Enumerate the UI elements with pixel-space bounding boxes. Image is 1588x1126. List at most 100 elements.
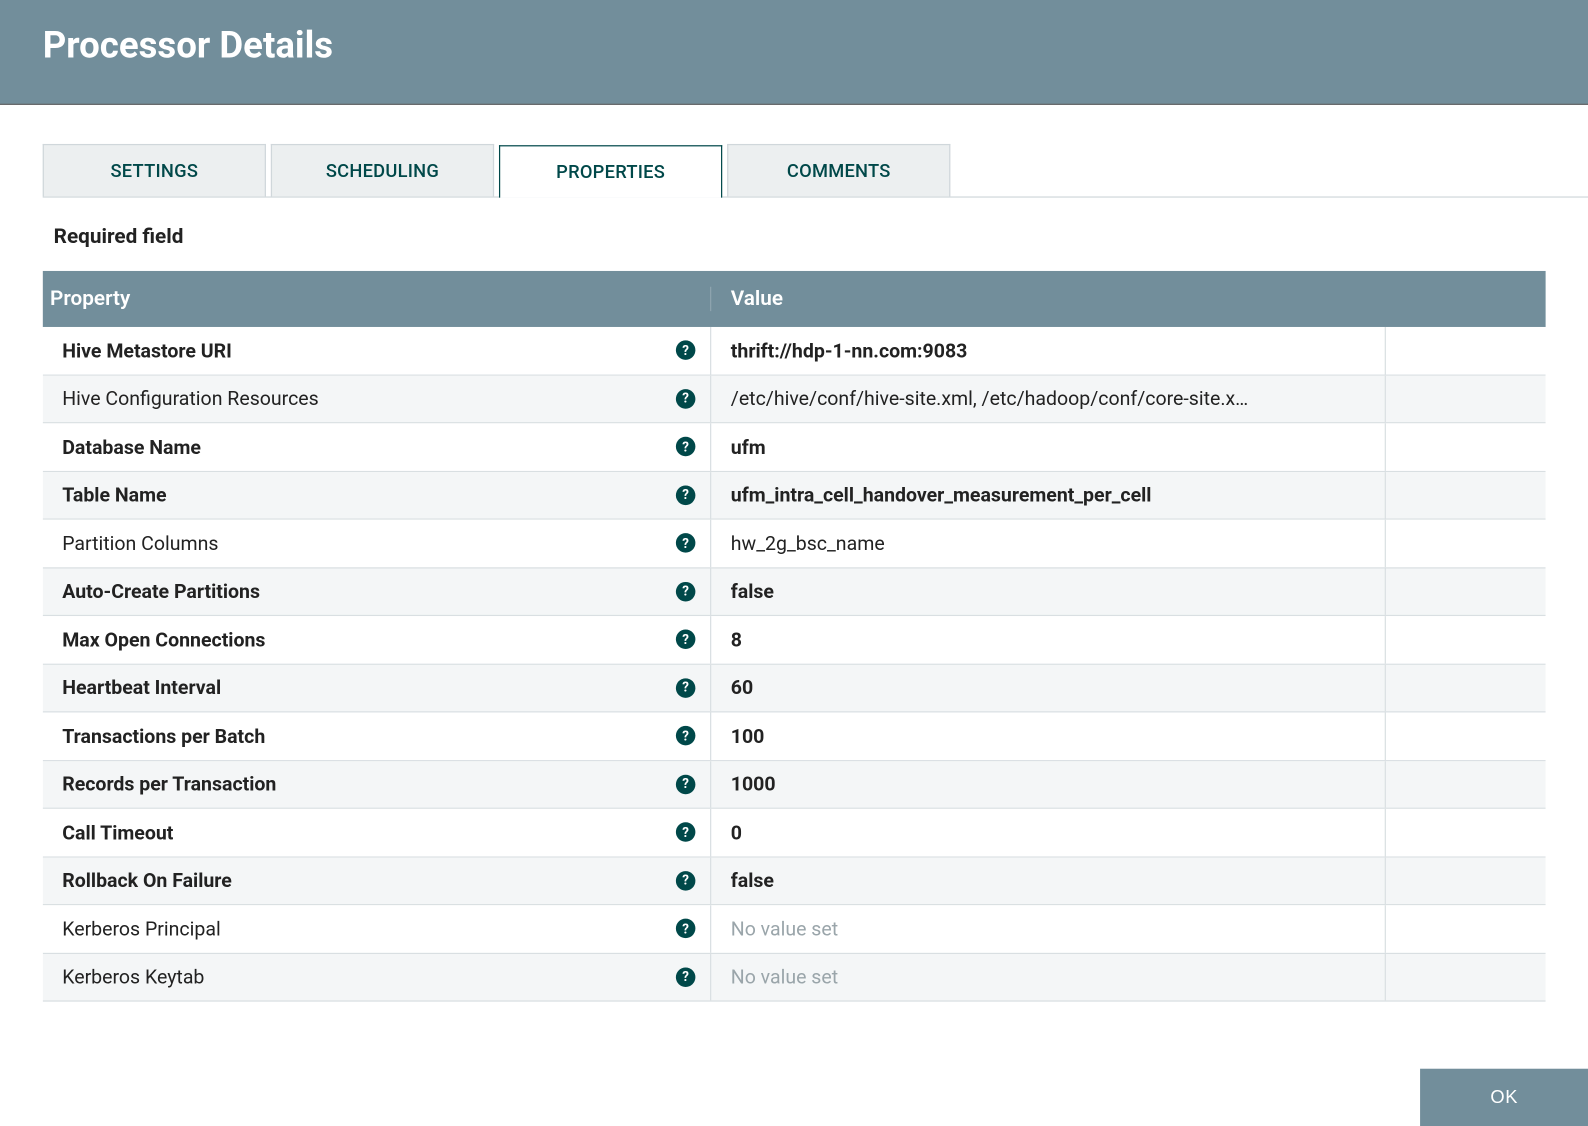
property-extra-cell [1385,520,1546,567]
properties-table-header: Property Value [43,271,1546,327]
property-extra-cell [1385,809,1546,856]
property-value-cell[interactable]: 60 [710,664,1385,711]
property-name-text: Kerberos Keytab [62,965,204,988]
help-icon[interactable]: ? [676,485,696,505]
property-name-cell: Kerberos Keytab? [43,965,710,988]
dialog-title: Processor Details [43,24,333,67]
property-name-text: Hive Metastore URI [62,339,232,362]
help-icon[interactable]: ? [676,726,696,746]
property-value-cell[interactable]: No value set [710,905,1385,952]
property-name-cell: Rollback On Failure? [43,869,710,892]
property-extra-cell [1385,857,1546,904]
property-name-text: Heartbeat Interval [62,676,221,699]
property-row[interactable]: Table Name?ufm_intra_cell_handover_measu… [43,472,1546,520]
property-row[interactable]: Kerberos Principal?No value set [43,905,1546,953]
tab-settings[interactable]: SETTINGS [43,144,266,196]
property-name-text: Rollback On Failure [62,869,232,892]
property-name-cell: Table Name? [43,483,710,506]
property-value-cell[interactable]: /etc/hive/conf/hive-site.xml, /etc/hadoo… [710,375,1385,422]
property-name-cell: Call Timeout? [43,821,710,844]
property-name-text: Database Name [62,435,201,458]
property-row[interactable]: Max Open Connections?8 [43,616,1546,664]
property-value-cell[interactable]: false [710,857,1385,904]
property-value-cell[interactable]: false [710,568,1385,615]
property-extra-cell [1385,423,1546,470]
property-name-cell: Kerberos Principal? [43,917,710,940]
help-icon[interactable]: ? [676,437,696,457]
property-name-text: Table Name [62,483,166,506]
property-extra-cell [1385,664,1546,711]
property-row[interactable]: Partition Columns?hw_2g_bsc_name [43,520,1546,568]
property-row[interactable]: Heartbeat Interval?60 [43,664,1546,712]
property-name-text: Max Open Connections [62,628,265,651]
property-name-cell: Max Open Connections? [43,628,710,651]
property-name-text: Kerberos Principal [62,917,221,940]
property-value-cell[interactable]: ufm [710,423,1385,470]
property-row[interactable]: Call Timeout?0 [43,809,1546,857]
tab-comments[interactable]: COMMENTS [727,144,950,196]
property-value-cell[interactable]: thrift://hdp-1-nn.com:9083 [710,327,1385,374]
dialog-header: Processor Details [0,0,1588,105]
property-extra-cell [1385,761,1546,808]
property-value-cell[interactable]: 0 [710,809,1385,856]
property-value-cell[interactable]: 100 [710,712,1385,759]
ok-button[interactable]: OK [1420,1069,1588,1126]
property-extra-cell [1385,953,1546,1000]
property-name-cell: Transactions per Batch? [43,724,710,747]
help-icon[interactable]: ? [676,823,696,843]
properties-table: Property Value Hive Metastore URI?thrift… [43,271,1546,1069]
help-icon[interactable]: ? [676,389,696,409]
property-value-cell[interactable]: hw_2g_bsc_name [710,520,1385,567]
help-icon[interactable]: ? [676,871,696,891]
property-name-cell: Heartbeat Interval? [43,676,710,699]
property-extra-cell [1385,327,1546,374]
tabs-bar: SETTINGS SCHEDULING PROPERTIES COMMENTS [43,144,1588,198]
help-icon[interactable]: ? [676,533,696,553]
tab-scheduling[interactable]: SCHEDULING [271,144,494,196]
column-header-value: Value [710,287,1385,311]
properties-rows: Hive Metastore URI?thrift://hdp-1-nn.com… [43,327,1546,1069]
property-value-cell[interactable]: No value set [710,953,1385,1000]
help-icon[interactable]: ? [676,919,696,939]
property-row[interactable]: Hive Metastore URI?thrift://hdp-1-nn.com… [43,327,1546,375]
property-extra-cell [1385,375,1546,422]
property-name-cell: Database Name? [43,435,710,458]
help-icon[interactable]: ? [676,341,696,361]
property-row[interactable]: Records per Transaction?1000 [43,761,1546,809]
property-name-text: Transactions per Batch [62,724,265,747]
property-extra-cell [1385,568,1546,615]
property-value-cell[interactable]: 1000 [710,761,1385,808]
property-extra-cell [1385,905,1546,952]
property-name-text: Partition Columns [62,532,218,555]
column-header-property: Property [43,287,710,311]
help-icon[interactable]: ? [676,678,696,698]
property-row[interactable]: Auto-Create Partitions? false [43,568,1546,616]
property-name-text: Records per Transaction [62,773,276,796]
property-name-cell: Hive Configuration Resources? [43,387,710,410]
property-row[interactable]: Kerberos Keytab?No value set [43,953,1546,1001]
property-row[interactable]: Hive Configuration Resources?/etc/hive/c… [43,375,1546,423]
property-extra-cell [1385,712,1546,759]
property-row[interactable]: Database Name?ufm [43,423,1546,471]
property-name-cell: Partition Columns? [43,532,710,555]
property-row[interactable]: Transactions per Batch?100 [43,712,1546,760]
help-icon[interactable]: ? [676,774,696,794]
property-extra-cell [1385,472,1546,519]
property-value-cell[interactable]: 8 [710,616,1385,663]
help-icon[interactable]: ? [676,630,696,650]
required-field-label: Required field [54,224,1588,248]
property-name-cell: Hive Metastore URI? [43,339,710,362]
help-icon[interactable]: ? [676,582,696,602]
property-value-cell[interactable]: ufm_intra_cell_handover_measurement_per_… [710,472,1385,519]
help-icon[interactable]: ? [676,967,696,987]
tab-properties[interactable]: PROPERTIES [499,145,722,197]
processor-details-dialog: Processor Details SETTINGS SCHEDULING PR… [0,0,1588,1126]
property-extra-cell [1385,616,1546,663]
dialog-content: SETTINGS SCHEDULING PROPERTIES COMMENTS … [0,105,1588,1069]
property-name-text: Hive Configuration Resources [62,387,319,410]
property-name-cell: Records per Transaction? [43,773,710,796]
dialog-footer: OK [0,1069,1588,1126]
property-name-text: Call Timeout [62,821,173,844]
property-name-text: Auto-Create Partitions [62,580,260,603]
property-row[interactable]: Rollback On Failure?false [43,857,1546,905]
